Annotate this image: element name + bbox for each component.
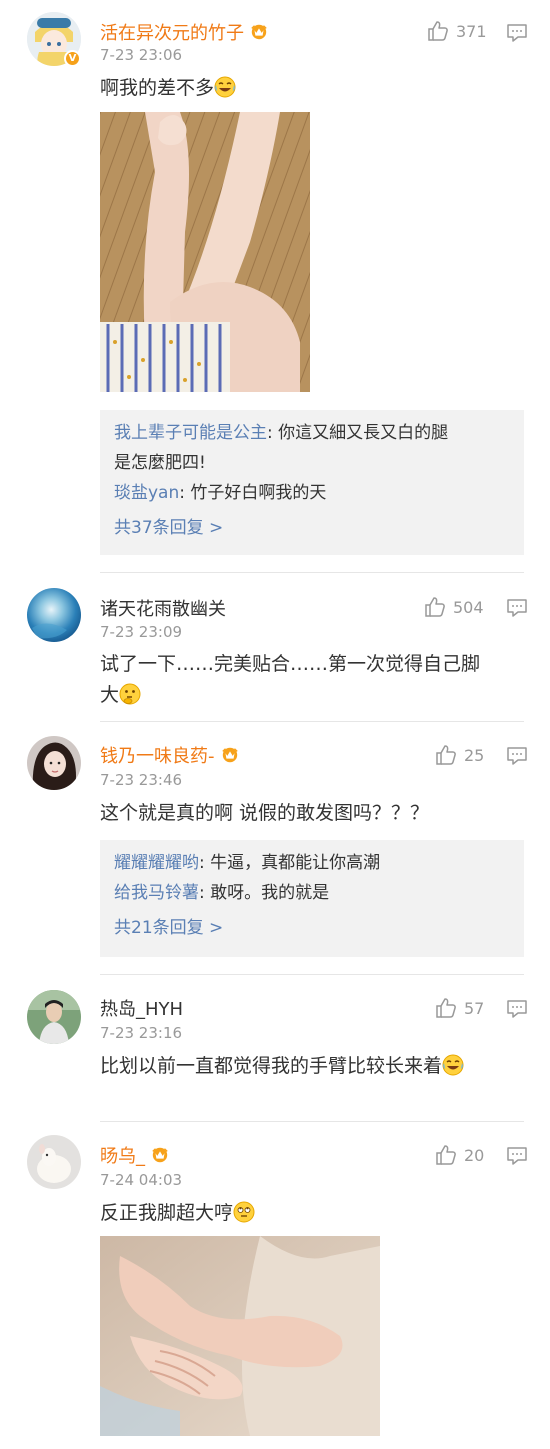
- avatar[interactable]: [27, 588, 81, 642]
- avatar[interactable]: [27, 736, 81, 790]
- vip-crown-icon: [221, 747, 238, 763]
- comment-text: 试了一下……完美贴合……第一次觉得自己脚 大: [100, 653, 481, 706]
- comment-item: 热岛_HYH 7-23 23:16 57 比划以前一直都觉得我的手臂比较长来着: [0, 975, 550, 1125]
- like-button[interactable]: 25: [435, 744, 484, 766]
- comment-item: 诸天花雨散幽关 7-23 23:09 504 试了一下……完美贴合……第一次觉得…: [0, 573, 550, 723]
- vip-crown-icon: [152, 1147, 168, 1163]
- username[interactable]: 活在异次元的竹子: [100, 19, 270, 45]
- like-count: 57: [464, 998, 485, 1018]
- reply-preview-box[interactable]: 我上辈子可能是公主: 你這又細又長又白的腿 是怎麼肥四! 琰盐yan: 竹子好白…: [100, 410, 524, 555]
- like-count: 371: [456, 21, 487, 41]
- view-more-replies-link[interactable]: 共21条回复 >: [114, 908, 510, 948]
- comment-photo[interactable]: [100, 1236, 380, 1436]
- reply-preview-box[interactable]: 耀耀耀耀哟: 牛逼，真都能让你高潮 给我马铃薯: 敢呀。我的就是 共21条回复 …: [100, 840, 524, 957]
- comment-text: 比划以前一直都觉得我的手臂比较长来着: [100, 1051, 520, 1082]
- vip-crown-icon: [251, 24, 267, 40]
- reply-line-continued: 是怎麼肥四!: [114, 453, 206, 473]
- verified-badge-icon: V: [64, 50, 81, 67]
- reply-icon[interactable]: [506, 745, 528, 767]
- reply-username[interactable]: 给我马铃薯: [114, 883, 199, 903]
- reply-line: 我上辈子可能是公主: 你這又細又長又白的腿: [114, 423, 449, 443]
- avatar[interactable]: [27, 990, 81, 1044]
- reply-username[interactable]: 耀耀耀耀哟: [114, 853, 199, 873]
- comment-time: 7-23 23:46: [100, 771, 183, 789]
- eye-roll-emoji-icon: [233, 1201, 255, 1223]
- thumbs-up-icon: [436, 1145, 456, 1165]
- reply-icon[interactable]: [506, 22, 528, 44]
- username[interactable]: 钱乃一味良药-: [100, 742, 241, 768]
- thumbs-up-icon: [436, 745, 456, 765]
- comment-time: 7-23 23:09: [100, 623, 183, 641]
- reply-line: 给我马铃薯: 敢呀。我的就是: [114, 883, 330, 903]
- comment-item: 旸乌_ 7-24 04:03 20 反正我脚超大哼: [0, 1122, 550, 1449]
- like-count: 20: [464, 1145, 485, 1165]
- thumbs-up-icon: [428, 21, 448, 41]
- comment-photo[interactable]: [100, 112, 310, 392]
- laugh-cry-emoji-icon: [214, 76, 236, 98]
- avatar[interactable]: [27, 1135, 81, 1189]
- laugh-cry-emoji-icon: [442, 1054, 464, 1076]
- view-more-replies-link[interactable]: 共37条回复 >: [114, 508, 510, 548]
- username[interactable]: 热岛_HYH: [100, 995, 183, 1021]
- reply-username[interactable]: 琰盐yan: [114, 483, 179, 503]
- like-count: 504: [453, 597, 484, 617]
- reply-line: 琰盐yan: 竹子好白啊我的天: [114, 483, 327, 503]
- comment-time: 7-24 04:03: [100, 1171, 183, 1189]
- reply-icon[interactable]: [506, 998, 528, 1020]
- reply-line: 耀耀耀耀哟: 牛逼，真都能让你高潮: [114, 853, 381, 873]
- comment-time: 7-23 23:06: [100, 46, 183, 64]
- reply-username[interactable]: 我上辈子可能是公主: [114, 423, 267, 443]
- comment-text: 啊我的差不多: [100, 73, 236, 104]
- reply-icon[interactable]: [506, 1145, 528, 1167]
- thumbs-up-icon: [436, 998, 456, 1018]
- like-button[interactable]: 20: [435, 1144, 484, 1166]
- like-button[interactable]: 57: [435, 997, 484, 1019]
- like-button[interactable]: 371: [427, 20, 487, 42]
- thinking-emoji-icon: [119, 683, 141, 705]
- comment-item: 钱乃一味良药- 7-23 23:46 25 这个就是真的啊 说假的敢发图吗？？？…: [0, 722, 550, 977]
- reply-icon[interactable]: [506, 597, 528, 619]
- comment-text: 这个就是真的啊 说假的敢发图吗？？？: [100, 802, 430, 824]
- like-button[interactable]: 504: [424, 596, 484, 618]
- like-count: 25: [464, 745, 485, 765]
- comment-item: V 活在异次元的竹子 7-23 23:06 371 啊我的差不多 我上辈子可能是…: [0, 0, 550, 573]
- comment-time: 7-23 23:16: [100, 1024, 183, 1042]
- username[interactable]: 诸天花雨散幽关: [100, 595, 226, 621]
- username[interactable]: 旸乌_: [100, 1142, 171, 1168]
- thumbs-up-icon: [425, 597, 445, 617]
- comment-text: 反正我脚超大哼: [100, 1198, 255, 1229]
